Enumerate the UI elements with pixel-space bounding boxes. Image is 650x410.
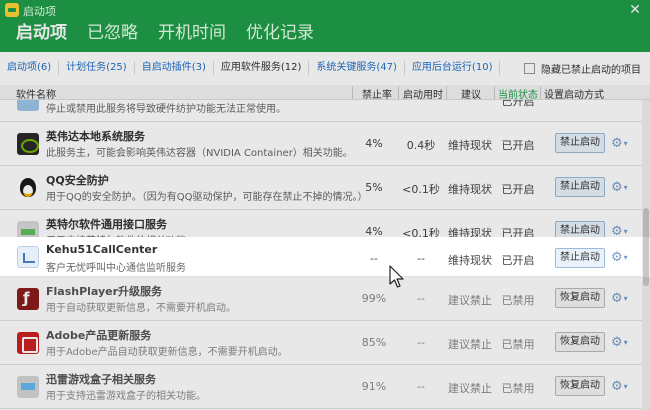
item-advice: 维持现状 <box>448 139 492 152</box>
item-desc: 此服务主，可能会影响英伟达容器（NVIDIA Container）相关功能。 <box>46 148 353 159</box>
sub-tabs: 启动项(6) 计划任务(25) 自启动插件(3) 应用软件服务(12) 系统关键… <box>0 57 650 79</box>
hide-disabled-checkbox[interactable] <box>524 63 535 74</box>
list-scrollbar[interactable] <box>642 100 650 410</box>
qq-icon <box>17 177 39 199</box>
item-rate: 4% <box>365 137 383 150</box>
item-time: -- <box>417 336 425 349</box>
list-item[interactable]: QQ安全防护 用于QQ的安全防护。（因为有QQ驱动保护，可能存在禁止不掉的情况。… <box>0 166 642 210</box>
restore-startup-button[interactable]: 恢复启动 <box>555 332 605 352</box>
subtab-app-services[interactable]: 应用软件服务(12) <box>214 61 310 75</box>
col-state[interactable]: 当前状态 <box>498 86 538 101</box>
item-time: <0.1秒 <box>402 183 440 196</box>
xunlei-icon <box>17 376 39 398</box>
hide-disabled-label: 隐藏已禁止启动的项目 <box>541 65 641 76</box>
item-state: 已开启 <box>501 139 535 152</box>
subtab-startup[interactable]: 启动项(6) <box>0 61 60 75</box>
disable-startup-button[interactable]: 禁止启动 <box>555 133 605 153</box>
item-desc: 用于QQ的安全防护。（因为有QQ驱动保护，可能存在禁止不掉的情况。） <box>46 192 368 203</box>
col-action[interactable]: 设置启动方式 <box>544 86 604 101</box>
item-desc: 停止或禁用此服务将导致硬件纺护功能无法正常使用。 <box>46 104 286 115</box>
gear-icon[interactable]: ⚙ <box>611 336 629 350</box>
item-advice: 维持现状 <box>448 254 492 267</box>
tab-boot-time[interactable]: 开机时间 <box>158 20 226 52</box>
item-state: 已开启 <box>501 254 535 267</box>
window-title: 启动项 <box>23 5 56 18</box>
item-name: Adobe产品更新服务 <box>46 329 152 342</box>
list-item[interactable]: 停止或禁用此服务将导致硬件纺护功能无法正常使用。 已开启 <box>0 100 642 122</box>
mouse-cursor-icon <box>389 265 404 288</box>
item-rate: 85% <box>361 336 387 349</box>
item-name: 英伟达本地系统服务 <box>46 130 145 143</box>
tab-startup[interactable]: 启动项 <box>16 20 67 56</box>
item-time: -- <box>417 292 425 305</box>
subtab-background-apps[interactable]: 应用后台运行(10) <box>405 61 501 75</box>
item-time: -- <box>417 380 425 393</box>
subtab-system-services[interactable]: 系统关键服务(47) <box>309 61 405 75</box>
scroll-thumb[interactable] <box>643 208 649 286</box>
disable-startup-button[interactable]: 禁止启动 <box>555 177 605 197</box>
app-logo-icon <box>5 3 19 17</box>
disable-startup-button[interactable]: 禁止启动 <box>555 248 605 268</box>
item-desc: 用于自动获取更新信息，不需要开机启动。 <box>46 303 236 314</box>
list-item[interactable]: FlashPlayer升级服务 用于自动获取更新信息，不需要开机启动。 99% … <box>0 277 642 321</box>
gear-icon[interactable]: ⚙ <box>611 181 629 195</box>
item-state: 已禁用 <box>501 294 535 307</box>
col-advice[interactable]: 建议 <box>461 86 481 101</box>
subtab-plugins[interactable]: 自启动插件(3) <box>135 61 214 75</box>
item-advice: 建议禁止 <box>448 294 492 307</box>
item-advice: 建议禁止 <box>448 382 492 395</box>
gear-icon[interactable]: ⚙ <box>611 137 629 151</box>
item-rate: 99% <box>361 292 387 305</box>
item-rate: 91% <box>361 380 387 393</box>
item-desc: 用于支持迅雷游戏盒子的相关功能。 <box>46 391 206 402</box>
col-rate[interactable]: 禁止率 <box>362 86 392 101</box>
item-name: 英特尔软件通用接口服务 <box>46 218 167 231</box>
tab-ignored[interactable]: 已忽略 <box>87 20 138 52</box>
item-desc: 客户无忧呼叫中心通信监听服务 <box>46 263 186 274</box>
device-icon <box>17 100 39 111</box>
item-time: 0.4秒 <box>406 139 436 152</box>
item-name: FlashPlayer升级服务 <box>46 285 163 298</box>
col-name[interactable]: 软件名称 <box>16 86 56 101</box>
tab-optimize-log[interactable]: 优化记录 <box>246 20 314 52</box>
col-time[interactable]: 启动用时 <box>403 86 443 101</box>
header-bar: 启动项 ✕ 启动项 已忽略 开机时间 优化记录 <box>0 0 650 56</box>
nvidia-icon <box>17 133 39 155</box>
list-item[interactable]: Adobe产品更新服务 用于Adobe产品自动获取更新信息，不需要开机启动。 8… <box>0 321 642 365</box>
restore-startup-button[interactable]: 恢复启动 <box>555 288 605 308</box>
kehu-icon <box>17 246 39 268</box>
flash-icon <box>17 288 39 310</box>
list-item[interactable]: 英伟达本地系统服务 此服务主，可能会影响英伟达容器（NVIDIA Contain… <box>0 122 642 166</box>
item-state: 已禁用 <box>501 338 535 351</box>
gear-icon[interactable]: ⚙ <box>611 292 629 306</box>
item-state: 已禁用 <box>501 382 535 395</box>
title-bar: 启动项 ✕ <box>0 0 650 20</box>
subtab-scheduled-tasks[interactable]: 计划任务(25) <box>59 61 135 75</box>
gear-icon[interactable]: ⚙ <box>611 251 629 265</box>
startup-list: 停止或禁用此服务将导致硬件纺护功能无法正常使用。 已开启 英伟达本地系统服务 此… <box>0 100 650 410</box>
gear-icon[interactable]: ⚙ <box>611 380 629 394</box>
close-icon[interactable]: ✕ <box>626 1 644 19</box>
item-name: Kehu51CallCenter <box>46 243 158 256</box>
adobe-icon <box>17 332 39 354</box>
item-desc: 用于Adobe产品自动获取更新信息，不需要开机启动。 <box>46 347 288 358</box>
list-item-highlighted[interactable]: Kehu51CallCenter 客户无忧呼叫中心通信监听服务 -- -- 维持… <box>0 237 642 277</box>
item-name: QQ安全防护 <box>46 174 109 187</box>
item-rate: 5% <box>365 181 383 194</box>
list-item[interactable]: 迅雷游戏盒子相关服务 用于支持迅雷游戏盒子的相关功能。 91% -- 建议禁止 … <box>0 365 642 409</box>
item-time: -- <box>417 252 425 265</box>
item-state: 已开启 <box>501 183 535 196</box>
main-tabs: 启动项 已忽略 开机时间 优化记录 <box>16 20 334 56</box>
item-advice: 建议禁止 <box>448 338 492 351</box>
hide-disabled-option[interactable]: 隐藏已禁止启动的项目 <box>524 61 641 76</box>
item-advice: 维持现状 <box>448 183 492 196</box>
item-rate: -- <box>370 252 378 265</box>
column-header: 软件名称 禁止率 启动用时 建议 当前状态 设置启动方式 <box>0 85 650 101</box>
item-name: 迅雷游戏盒子相关服务 <box>46 373 156 386</box>
restore-startup-button[interactable]: 恢复启动 <box>555 376 605 396</box>
item-state: 已开启 <box>501 100 535 108</box>
